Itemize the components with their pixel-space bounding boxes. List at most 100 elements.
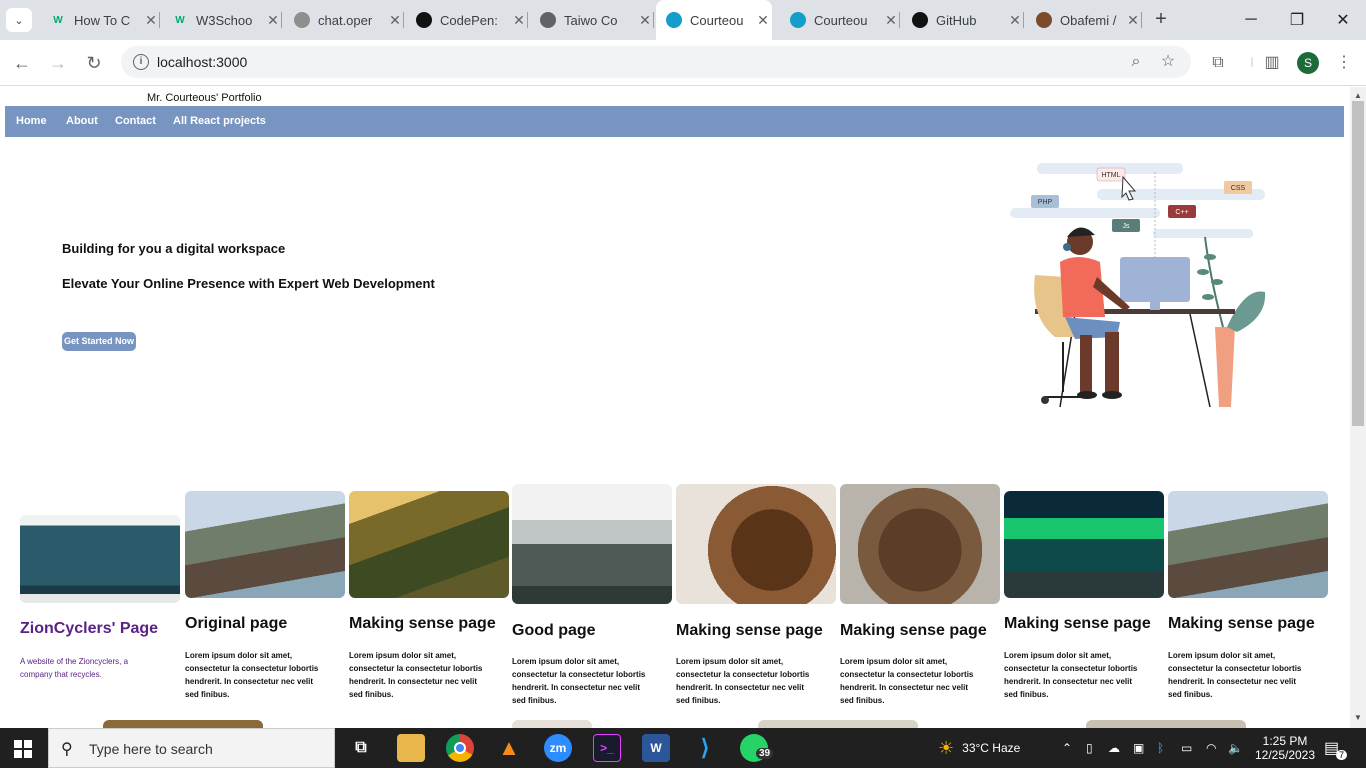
- back-arrow-icon[interactable]: ←: [8, 50, 36, 76]
- codepen-icon: [416, 12, 432, 28]
- close-tab-icon[interactable]: ✕: [142, 12, 160, 29]
- restore-button[interactable]: ❐: [1274, 0, 1320, 40]
- reload-icon[interactable]: ↻: [80, 50, 108, 76]
- bookmark-star-icon[interactable]: ☆: [1157, 51, 1179, 73]
- address-bar[interactable]: i localhost:3000 ⌕ ☆: [121, 46, 1191, 78]
- volume-icon[interactable]: 🔈: [1228, 728, 1243, 768]
- file-explorer-icon[interactable]: [397, 734, 425, 762]
- card-description: Lorem ipsum dolor sit amet, consectetur …: [349, 651, 483, 699]
- nav-react-projects-link[interactable]: All React projects: [173, 115, 266, 127]
- browser-tab[interactable]: W W3Schoo ✕: [162, 6, 282, 34]
- new-tab-button[interactable]: +: [1150, 8, 1172, 30]
- browser-tab[interactable]: CodePen: ✕: [406, 6, 528, 34]
- close-tab-icon[interactable]: ✕: [386, 12, 404, 29]
- minimize-button[interactable]: ─: [1228, 0, 1274, 40]
- vlc-icon[interactable]: ▲: [495, 734, 523, 762]
- windows-start-icon[interactable]: [14, 740, 32, 758]
- zoom-icon[interactable]: ⌕: [1125, 51, 1147, 73]
- browser-tab[interactable]: GitHub ✕: [902, 6, 1024, 34]
- nav-home-link[interactable]: Home: [16, 115, 47, 127]
- card-title[interactable]: ZionCyclers' Page: [20, 620, 158, 638]
- bluetooth-icon[interactable]: ᛒ: [1157, 728, 1164, 768]
- clock[interactable]: 1:25 PM 12/25/2023: [1255, 728, 1315, 768]
- w3schools-icon: W: [53, 14, 63, 26]
- card-image-website-screenshot[interactable]: [20, 515, 180, 603]
- card-image-misty-mountain[interactable]: [512, 484, 672, 604]
- weather-text: 33°C Haze: [962, 741, 1021, 755]
- device-icon[interactable]: ▯: [1086, 728, 1093, 768]
- close-tab-icon[interactable]: ✕: [264, 12, 282, 29]
- browser-tab[interactable]: W How To C ✕: [40, 6, 160, 34]
- scrollbar-thumb[interactable]: [1352, 101, 1364, 426]
- get-started-button[interactable]: Get Started Now: [62, 332, 136, 351]
- nav-contact-link[interactable]: Contact: [115, 115, 156, 127]
- task-view-icon[interactable]: ⧉: [347, 734, 375, 762]
- close-tab-icon[interactable]: ✕: [882, 12, 900, 29]
- tag-cpp: C++: [1175, 209, 1188, 216]
- scroll-down-arrow-icon[interactable]: ▼: [1354, 713, 1362, 722]
- card-title[interactable]: Original page: [185, 615, 287, 633]
- extensions-icon[interactable]: ⧉: [1207, 52, 1229, 74]
- tag-css: CSS: [1231, 185, 1246, 192]
- notifications-icon[interactable]: ▤ 7: [1324, 728, 1348, 768]
- developer-illustration: HTML CSS PHP C++ Js: [1010, 163, 1266, 408]
- browser-tab[interactable]: chat.oper ✕: [284, 6, 404, 34]
- card-image-brown-bear[interactable]: [840, 484, 1000, 604]
- browser-tab[interactable]: Courteou ✕: [780, 6, 900, 34]
- close-tab-icon[interactable]: ✕: [754, 12, 772, 29]
- w3schools-icon: W: [175, 14, 185, 26]
- close-tab-icon[interactable]: ✕: [1124, 12, 1142, 29]
- close-tab-icon[interactable]: ✕: [1006, 12, 1024, 29]
- card-image-next-row[interactable]: [103, 720, 263, 728]
- battery-icon[interactable]: ▭: [1181, 728, 1192, 768]
- page-scrollbar[interactable]: ▲ ▼: [1350, 87, 1366, 728]
- weather-widget[interactable]: ☀ 33°C Haze: [938, 728, 1020, 768]
- onedrive-icon[interactable]: ☁: [1108, 728, 1120, 768]
- nav-about-link[interactable]: About: [66, 115, 98, 127]
- tray-app-icon[interactable]: ▣: [1133, 728, 1144, 768]
- card-image-mountain-lake[interactable]: [1168, 491, 1328, 598]
- taskbar-search-placeholder: Type here to search: [89, 741, 213, 757]
- site-info-icon[interactable]: i: [133, 54, 149, 70]
- card-image-next-row[interactable]: [758, 720, 918, 728]
- close-tab-icon[interactable]: ✕: [510, 12, 528, 29]
- taskbar-search-box[interactable]: ⚲ Type here to search: [48, 728, 335, 768]
- card-description: Lorem ipsum dolor sit amet, consectetur …: [1168, 651, 1302, 699]
- card-title[interactable]: Making sense page: [1168, 615, 1315, 633]
- card-title[interactable]: Making sense page: [840, 622, 987, 640]
- card-image-mountain-lake[interactable]: [185, 491, 345, 598]
- browser-tab[interactable]: Courteou ✕: [656, 0, 772, 40]
- tab-search-icon[interactable]: ⌄: [6, 8, 32, 32]
- tab-title: Obafemi /: [1060, 12, 1117, 28]
- card-title[interactable]: Making sense page: [676, 622, 823, 640]
- url-text[interactable]: localhost:3000: [157, 54, 247, 70]
- chrome-icon[interactable]: [446, 734, 474, 762]
- card-title[interactable]: Making sense page: [349, 615, 496, 633]
- menu-kebab-icon[interactable]: ⋮: [1333, 52, 1355, 74]
- profile-avatar[interactable]: S: [1297, 52, 1319, 74]
- whatsapp-icon[interactable]: 39: [740, 734, 774, 762]
- zoom-app-icon[interactable]: zm: [544, 734, 572, 762]
- browser-tab[interactable]: Taiwo Co ✕: [530, 6, 654, 34]
- terminal-icon[interactable]: >_: [593, 734, 621, 762]
- browser-tab[interactable]: Obafemi / ✕: [1026, 6, 1142, 34]
- forward-arrow-icon[interactable]: →: [44, 50, 72, 76]
- tab-title: Taiwo Co: [564, 12, 618, 28]
- site-brand: Mr. Courteous' Portfolio: [147, 92, 262, 104]
- card-title[interactable]: Good page: [512, 622, 596, 640]
- card-image-next-row[interactable]: [512, 720, 592, 728]
- show-hidden-icons-icon[interactable]: ⌃: [1062, 728, 1072, 768]
- side-panel-icon[interactable]: ▥: [1261, 52, 1283, 74]
- card-title[interactable]: Making sense page: [1004, 615, 1151, 633]
- card-image-next-row[interactable]: [1086, 720, 1246, 728]
- word-icon[interactable]: W: [642, 734, 670, 762]
- card-description: A website of the Zioncyclers, a company …: [20, 657, 129, 679]
- card-image-coffee-beans[interactable]: [676, 484, 836, 604]
- card-image-aurora[interactable]: [1004, 491, 1164, 598]
- vscode-icon[interactable]: ⟩: [691, 734, 719, 762]
- card-image-sunlit-valley[interactable]: [349, 491, 509, 598]
- close-tab-icon[interactable]: ✕: [636, 12, 654, 29]
- close-window-button[interactable]: ✕: [1320, 0, 1366, 40]
- scroll-up-arrow-icon[interactable]: ▲: [1354, 91, 1362, 100]
- wifi-icon[interactable]: ◠: [1206, 728, 1216, 768]
